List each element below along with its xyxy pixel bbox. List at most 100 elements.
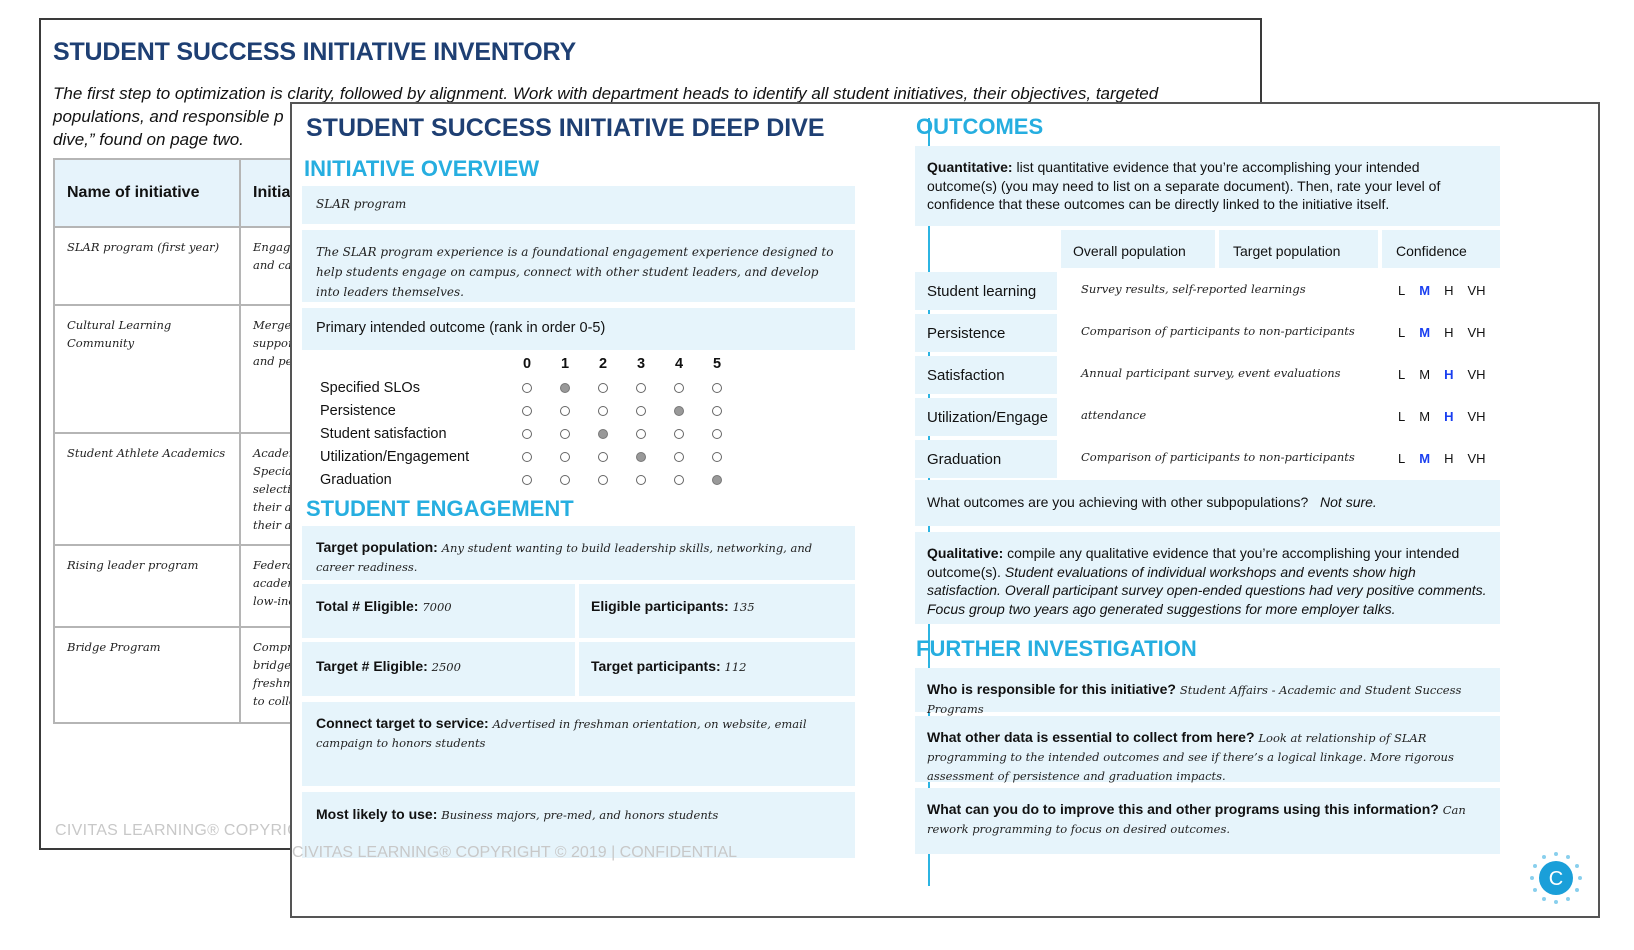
radio-unselected[interactable] bbox=[598, 474, 608, 485]
eligible-participants-field[interactable]: Eligible participants: 135 bbox=[579, 584, 855, 638]
radio-selected[interactable] bbox=[712, 474, 722, 485]
outcome-evidence[interactable]: Annual participant survey, event evaluat… bbox=[1081, 366, 1381, 380]
target-eligible-field[interactable]: Target # Eligible: 2500 bbox=[302, 642, 575, 696]
rank-scale-label: 1 bbox=[560, 356, 570, 372]
radio-unselected[interactable] bbox=[712, 405, 722, 416]
investigation-item[interactable]: What can you do to improve this and othe… bbox=[915, 788, 1500, 854]
radio-unselected[interactable] bbox=[522, 382, 532, 393]
investigation-item[interactable]: What other data is essential to collect … bbox=[915, 716, 1500, 783]
investigation-item[interactable]: Who is responsible for this initiative? … bbox=[915, 668, 1500, 716]
confidence-option-selected[interactable]: M bbox=[1419, 451, 1430, 466]
initiative-name-field[interactable]: SLAR program bbox=[302, 186, 855, 224]
radio-unselected[interactable] bbox=[674, 428, 684, 439]
outcome-evidence[interactable]: Comparison of participants to non-partic… bbox=[1081, 324, 1381, 338]
confidence-option[interactable]: M bbox=[1419, 409, 1430, 424]
outcome-evidence[interactable]: Comparison of participants to non-partic… bbox=[1081, 450, 1381, 464]
radio-unselected[interactable] bbox=[598, 382, 608, 393]
radio-selected[interactable] bbox=[674, 405, 684, 416]
subpopulations-question: What outcomes are you achieving with oth… bbox=[927, 494, 1309, 510]
outcome-row-label: Student learning bbox=[915, 272, 1057, 310]
investigation-question: What other data is essential to collect … bbox=[927, 729, 1255, 745]
confidence-rating: L M H VH bbox=[1398, 325, 1486, 340]
confidence-option[interactable]: H bbox=[1444, 451, 1453, 466]
most-likely-label: Most likely to use: bbox=[316, 806, 438, 822]
rank-cell bbox=[698, 474, 736, 485]
radio-unselected[interactable] bbox=[674, 451, 684, 462]
connect-target-field[interactable]: Connect target to service: Advertised in… bbox=[302, 702, 855, 786]
outcome-evidence[interactable]: attendance bbox=[1081, 408, 1381, 422]
radio-unselected[interactable] bbox=[712, 451, 722, 462]
deep-dive-footer: CIVITAS LEARNING® COPYRIGHT © 2019 | CON… bbox=[292, 844, 738, 861]
outcome-row-label: Satisfaction bbox=[915, 356, 1057, 394]
confidence-option[interactable]: VH bbox=[1467, 451, 1485, 466]
column-header-overall: Overall population bbox=[1061, 230, 1215, 268]
ranking-label: Specified SLOs bbox=[320, 379, 420, 396]
outcome-row-label: Graduation bbox=[915, 440, 1057, 478]
initiative-description-field[interactable]: The SLAR program experience is a foundat… bbox=[302, 230, 855, 302]
rank-cell bbox=[584, 382, 622, 393]
radio-unselected[interactable] bbox=[522, 474, 532, 485]
outcome-row-label: Persistence bbox=[915, 314, 1057, 352]
confidence-option[interactable]: VH bbox=[1467, 367, 1485, 382]
confidence-option[interactable]: L bbox=[1398, 325, 1405, 340]
radio-selected[interactable] bbox=[636, 451, 646, 462]
radio-unselected[interactable] bbox=[598, 405, 608, 416]
rank-cell bbox=[698, 451, 736, 462]
target-participants-field[interactable]: Target participants: 112 bbox=[579, 642, 855, 696]
target-population-field[interactable]: Target population: Any student wanting t… bbox=[302, 526, 855, 580]
confidence-option[interactable]: VH bbox=[1467, 409, 1485, 424]
radio-unselected[interactable] bbox=[636, 428, 646, 439]
investigation-question: Who is responsible for this initiative? bbox=[927, 681, 1176, 697]
radio-selected[interactable] bbox=[560, 382, 570, 393]
radio-selected[interactable] bbox=[598, 428, 608, 439]
radio-unselected[interactable] bbox=[522, 405, 532, 416]
radio-unselected[interactable] bbox=[636, 405, 646, 416]
confidence-option[interactable]: L bbox=[1398, 451, 1405, 466]
qualitative-field[interactable]: Qualitative: compile any qualitative evi… bbox=[915, 532, 1500, 624]
ranking-label: Persistence bbox=[320, 402, 396, 419]
initiative-name: Bridge Program bbox=[53, 626, 241, 724]
rank-scale-label: 3 bbox=[636, 356, 646, 372]
total-eligible-field[interactable]: Total # Eligible: 7000 bbox=[302, 584, 575, 638]
confidence-option-selected[interactable]: H bbox=[1444, 367, 1453, 382]
qualitative-label: Qualitative: bbox=[927, 545, 1004, 561]
confidence-option[interactable]: VH bbox=[1467, 283, 1485, 298]
confidence-option[interactable]: M bbox=[1419, 367, 1430, 382]
confidence-option[interactable]: H bbox=[1444, 325, 1453, 340]
confidence-option[interactable]: VH bbox=[1467, 325, 1485, 340]
radio-unselected[interactable] bbox=[636, 474, 646, 485]
rank-cell bbox=[508, 474, 546, 485]
confidence-option[interactable]: L bbox=[1398, 367, 1405, 382]
radio-unselected[interactable] bbox=[712, 382, 722, 393]
subpopulations-field[interactable]: What outcomes are you achieving with oth… bbox=[915, 480, 1500, 526]
target-participants-value: 112 bbox=[724, 660, 747, 674]
radio-unselected[interactable] bbox=[674, 474, 684, 485]
radio-unselected[interactable] bbox=[560, 405, 570, 416]
rank-scale-header: 0 1 2 3 4 5 bbox=[320, 352, 736, 376]
radio-unselected[interactable] bbox=[522, 451, 532, 462]
rank-cell bbox=[584, 451, 622, 462]
radio-unselected[interactable] bbox=[636, 382, 646, 393]
total-eligible-value: 7000 bbox=[422, 600, 452, 614]
radio-unselected[interactable] bbox=[560, 428, 570, 439]
radio-unselected[interactable] bbox=[712, 428, 722, 439]
outcome-evidence[interactable]: Survey results, self-reported learnings bbox=[1081, 282, 1381, 296]
rank-cell bbox=[508, 451, 546, 462]
confidence-option-selected[interactable]: H bbox=[1444, 409, 1453, 424]
target-participants-label: Target participants: bbox=[591, 658, 721, 674]
radio-unselected[interactable] bbox=[560, 451, 570, 462]
confidence-option-selected[interactable]: M bbox=[1419, 325, 1430, 340]
radio-unselected[interactable] bbox=[674, 382, 684, 393]
initiative-name: Rising leader program bbox=[53, 544, 241, 628]
confidence-rating: L M H VH bbox=[1398, 367, 1486, 382]
confidence-option[interactable]: L bbox=[1398, 409, 1405, 424]
radio-unselected[interactable] bbox=[598, 451, 608, 462]
radio-unselected[interactable] bbox=[560, 474, 570, 485]
radio-unselected[interactable] bbox=[522, 428, 532, 439]
ranking-row: Utilization/Engagement bbox=[320, 445, 736, 468]
confidence-option[interactable]: L bbox=[1398, 283, 1405, 298]
ranking-row: Persistence bbox=[320, 399, 736, 422]
confidence-option-selected[interactable]: M bbox=[1419, 283, 1430, 298]
confidence-option[interactable]: H bbox=[1444, 283, 1453, 298]
rank-cell bbox=[622, 474, 660, 485]
